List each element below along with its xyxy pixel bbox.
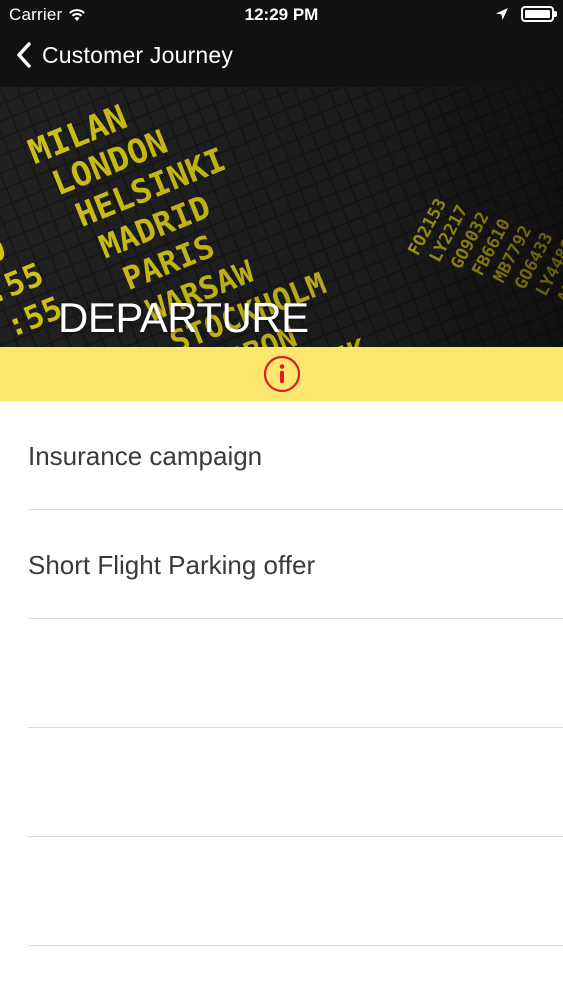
navigation-bar: Customer Journey (0, 30, 563, 87)
list-item-label: Insurance campaign (28, 441, 263, 471)
list-item[interactable]: Insurance campaign (28, 401, 563, 510)
back-button[interactable]: Customer Journey (14, 40, 233, 70)
info-band (0, 347, 563, 401)
back-button-label: Customer Journey (42, 41, 234, 68)
list-item[interactable] (28, 837, 563, 946)
list-item[interactable] (28, 728, 563, 837)
info-icon[interactable] (262, 354, 302, 394)
hero-title: DEPARTURE (58, 294, 309, 341)
status-bar: Carrier 12:29 PM (0, 0, 563, 30)
hero-banner: MILAN5LONDON50HELSINKI:55MADRID:55PARISW… (0, 87, 563, 347)
list-item[interactable] (28, 619, 563, 728)
list-item-label: Short Flight Parking offer (28, 550, 316, 580)
list-item[interactable]: Short Flight Parking offer (28, 510, 563, 619)
location-arrow-icon (496, 8, 508, 20)
chevron-left-icon (17, 42, 31, 68)
status-time: 12:29 PM (244, 5, 319, 24)
offer-list: Insurance campaign Short Flight Parking … (0, 401, 563, 946)
battery-icon (521, 6, 557, 22)
status-right-group (495, 6, 557, 22)
